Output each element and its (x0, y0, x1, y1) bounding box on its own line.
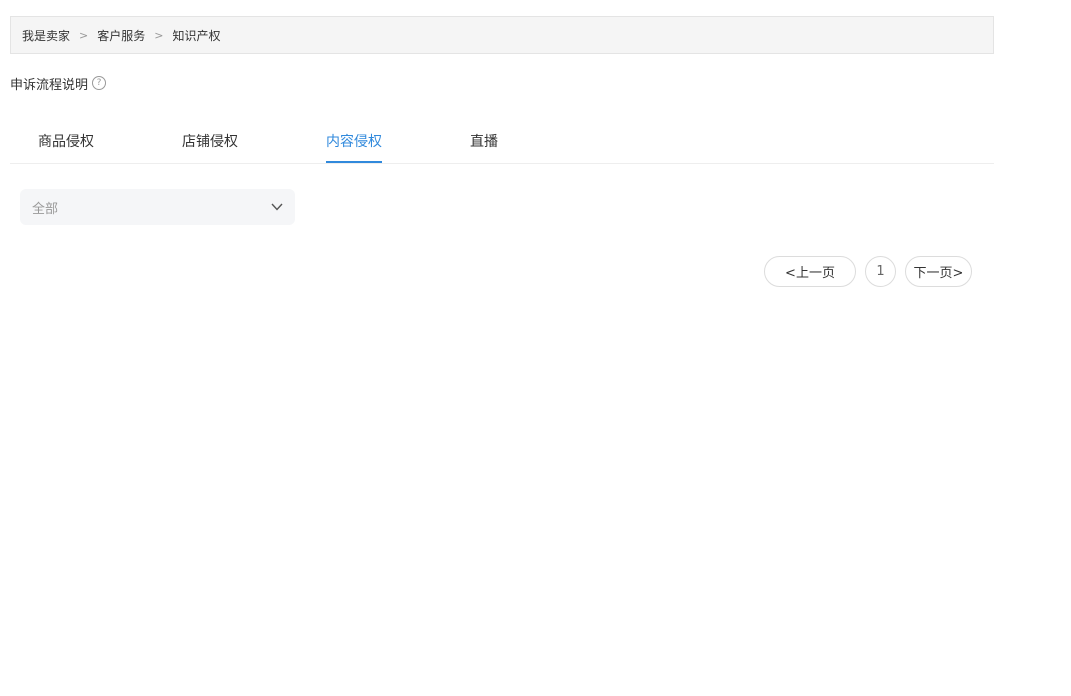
breadcrumb-item-ip: 知识产权 (172, 28, 221, 43)
tab-product-infringement[interactable]: 商品侵权 (38, 131, 94, 163)
tab-store-infringement[interactable]: 店铺侵权 (182, 131, 238, 163)
question-circle-icon[interactable]: ? (92, 76, 107, 90)
chevron-down-icon (271, 203, 283, 211)
tab-live[interactable]: 直播 (470, 131, 498, 163)
breadcrumb-item-customer-service[interactable]: 客户服务 (97, 27, 145, 44)
tab-bar: 商品侵权 店铺侵权 内容侵权 直播 (10, 120, 994, 164)
tab-label: 商品侵权 (38, 134, 94, 150)
appeal-process-label: 申诉流程说明 (10, 77, 89, 93)
breadcrumb-separator: > (79, 28, 89, 42)
status-filter-value: 全部 (32, 201, 59, 217)
tab-label: 内容侵权 (326, 134, 382, 150)
page-number-button[interactable]: 1 (865, 256, 896, 287)
tab-content-infringement[interactable]: 内容侵权 (326, 131, 382, 163)
page: 我是卖家 > 客户服务 > 知识产权 申诉流程说明 ? 商品侵权 店铺侵权 内容… (0, 0, 1071, 696)
breadcrumb: 我是卖家 > 客户服务 > 知识产权 (10, 16, 994, 54)
tab-label: 直播 (470, 134, 498, 150)
next-page-button[interactable]: 下一页> (905, 256, 972, 287)
appeal-process-link[interactable]: 申诉流程说明 ? (10, 74, 107, 93)
tab-label: 店铺侵权 (182, 134, 238, 150)
status-filter-select[interactable]: 全部 (20, 189, 295, 225)
prev-page-button[interactable]: <上一页 (764, 256, 856, 287)
breadcrumb-item-seller[interactable]: 我是卖家 (22, 27, 70, 44)
breadcrumb-separator: > (154, 28, 164, 42)
